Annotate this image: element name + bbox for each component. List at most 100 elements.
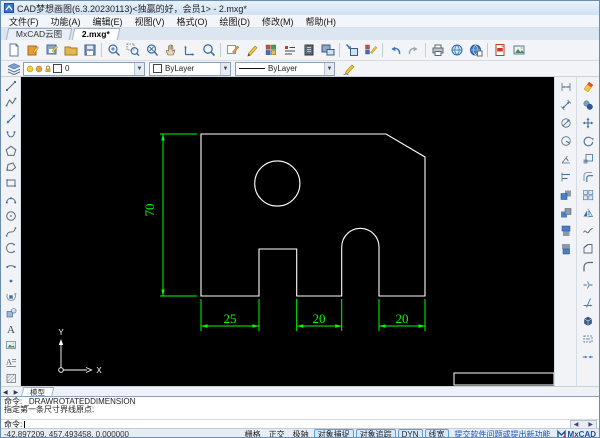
spline-icon[interactable] — [2, 224, 19, 239]
toggle-dyn[interactable]: DYN — [397, 428, 423, 437]
scale-icon[interactable] — [580, 151, 597, 168]
aligned-dimension-icon[interactable] — [557, 97, 574, 114]
command-history[interactable]: 命令: _DRAWROTATEDDIMENSION 指定第一条尺寸界线原点: — [1, 396, 599, 419]
layer-dropdown-arrow[interactable]: ▼ — [134, 62, 144, 75]
point-icon[interactable] — [2, 273, 19, 288]
toggle-lineweight[interactable]: 线宽 — [424, 428, 449, 437]
draw-order-below-icon[interactable] — [557, 241, 574, 258]
color-dropdown-arrow[interactable]: ▼ — [220, 62, 230, 75]
arc-icon[interactable] — [2, 127, 19, 142]
join-icon[interactable] — [580, 349, 597, 366]
linetype-edit-pencil-icon[interactable] — [339, 59, 358, 78]
fillet-icon[interactable] — [580, 259, 597, 276]
linetype-select[interactable]: ByLayer ▼ — [235, 61, 335, 76]
rotate-icon[interactable] — [580, 133, 597, 150]
ellipse-icon[interactable] — [2, 241, 19, 256]
zoom-extents-icon[interactable] — [142, 41, 161, 60]
zoom-all-icon[interactable] — [199, 41, 218, 60]
save-drawing-icon[interactable] — [42, 41, 61, 60]
text-style-icon[interactable] — [280, 41, 299, 60]
web-publish-icon[interactable] — [466, 41, 485, 60]
toggle-polar[interactable]: 极轴 — [290, 429, 312, 438]
text-icon[interactable]: A — [2, 322, 19, 337]
rectangle-icon[interactable] — [2, 176, 19, 191]
command-input-line[interactable]: 命令: ◀ ▶ — [1, 419, 599, 429]
draw-order-above-icon[interactable] — [557, 223, 574, 240]
trim-icon[interactable] — [580, 295, 597, 312]
tab-mxcad-cloud[interactable]: MxCAD云图 — [5, 28, 73, 40]
draw-order-front-icon[interactable] — [557, 187, 574, 204]
line-icon[interactable] — [2, 79, 19, 94]
erase-icon[interactable] — [580, 79, 597, 96]
mirror-icon[interactable] — [580, 205, 597, 222]
array-icon[interactable] — [580, 187, 597, 204]
toggle-otrack[interactable]: 对象追踪 — [355, 428, 396, 437]
offset-icon[interactable] — [580, 169, 597, 186]
edit-pencil-icon[interactable] — [242, 41, 261, 60]
move-icon[interactable] — [580, 115, 597, 132]
menu-file[interactable]: 文件(F) — [9, 15, 39, 28]
construction-line-icon[interactable] — [2, 111, 19, 126]
linetype-dropdown-arrow[interactable]: ▼ — [324, 62, 334, 75]
menu-format[interactable]: 格式(O) — [177, 15, 208, 28]
dimension-width-20-middle[interactable]: 20 — [296, 299, 343, 331]
save-as-icon[interactable] — [80, 41, 99, 60]
undo-icon[interactable] — [385, 41, 404, 60]
region-icon[interactable] — [580, 331, 597, 348]
zoom-window-icon[interactable] — [123, 41, 142, 60]
drawing-rectangle-partial[interactable] — [453, 372, 554, 386]
menu-function[interactable]: 功能(A) — [51, 15, 81, 28]
dimension-width-25[interactable]: 25 — [200, 299, 260, 331]
angular-dimension-icon[interactable] — [557, 151, 574, 168]
annotate-icon[interactable] — [223, 41, 242, 60]
export-pdf-icon[interactable] — [490, 41, 509, 60]
chamfer-icon[interactable] — [580, 241, 597, 258]
toggle-grid[interactable]: 栅格 — [242, 429, 264, 438]
open-folder-icon[interactable] — [61, 41, 80, 60]
layer-manager-icon[interactable] — [299, 41, 318, 60]
arc-3point-icon[interactable] — [2, 192, 19, 207]
polygon-icon[interactable] — [2, 143, 19, 158]
axis-measure-icon[interactable] — [180, 41, 199, 60]
redo-icon[interactable] — [404, 41, 423, 60]
open-drawing-icon[interactable] — [23, 41, 42, 60]
linear-dimension-icon[interactable] — [557, 79, 574, 96]
insert-block-icon[interactable] — [342, 41, 361, 60]
layer-select[interactable]: 0 ▼ — [23, 61, 145, 76]
menu-edit[interactable]: 编辑(E) — [93, 15, 123, 28]
insert-block-tool-icon[interactable] — [2, 289, 19, 304]
spline-edit-icon[interactable] — [580, 223, 597, 240]
break-icon[interactable] — [580, 277, 597, 294]
tab-current-drawing[interactable]: 2.mxg* — [72, 28, 121, 40]
image-icon[interactable] — [2, 338, 19, 353]
match-properties-icon[interactable] — [361, 41, 380, 60]
drawing-hole-circle[interactable] — [254, 160, 301, 207]
dimension-width-20-right[interactable]: 20 — [378, 299, 426, 331]
make-block-icon[interactable] — [2, 305, 19, 320]
radius-dimension-icon[interactable] — [557, 133, 574, 150]
menu-help[interactable]: 帮助(H) — [306, 15, 337, 28]
menu-view[interactable]: 视图(V) — [135, 15, 165, 28]
polyline-icon[interactable] — [2, 95, 19, 110]
layout-tab-prev-icon[interactable]: ◀ — [1, 389, 12, 396]
arc-segment-icon[interactable] — [2, 257, 19, 272]
menu-modify[interactable]: 修改(M) — [262, 15, 294, 28]
scroll-right-icon[interactable]: ▶ — [588, 421, 593, 428]
layers-icon[interactable] — [4, 59, 23, 78]
dimension-height[interactable]: 70 — [142, 133, 197, 297]
closed-polyline-icon[interactable] — [2, 160, 19, 175]
zoom-in-icon[interactable] — [104, 41, 123, 60]
baseline-dimension-icon[interactable] — [557, 169, 574, 186]
toggle-osnap[interactable]: 对象捕捉 — [313, 428, 354, 437]
draw-order-back-icon[interactable] — [557, 205, 574, 222]
toggle-ortho[interactable]: 正交 — [266, 429, 288, 438]
copy-icon[interactable] — [580, 97, 597, 114]
export-image-icon[interactable] — [509, 41, 528, 60]
print-icon[interactable] — [428, 41, 447, 60]
pan-icon[interactable] — [161, 41, 180, 60]
web-cloud-icon[interactable] — [447, 41, 466, 60]
drawing-canvas[interactable]: 70 25 20 20 Y X — [21, 77, 554, 386]
save-view-icon[interactable] — [318, 41, 337, 60]
scroll-left-icon[interactable]: ◀ — [574, 421, 579, 428]
new-file-icon[interactable] — [4, 41, 23, 60]
